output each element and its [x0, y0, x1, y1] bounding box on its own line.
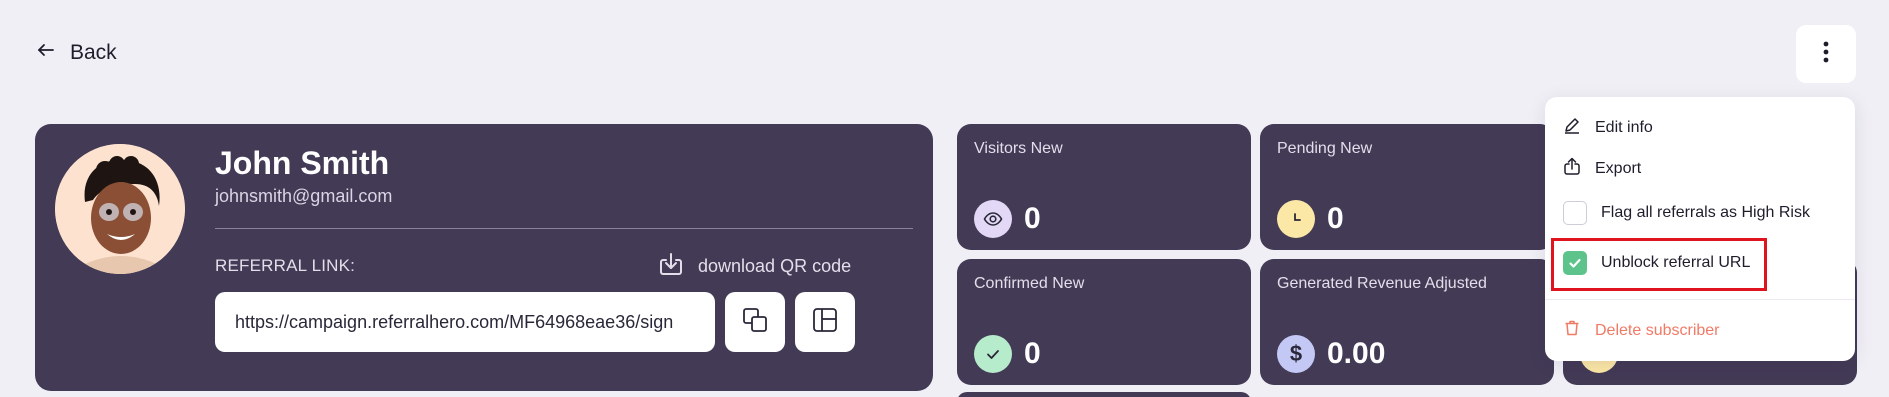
options-menu: Edit info Export Flag all referrals as H… [1545, 97, 1855, 361]
dollar-icon: $ [1277, 335, 1315, 373]
stat-card-peek [957, 392, 1251, 397]
avatar [55, 144, 185, 274]
stat-value: 0 [1327, 202, 1344, 235]
delete-subscriber-item[interactable]: Delete subscriber [1563, 319, 1720, 342]
flag-high-risk-label: Flag all referrals as High Risk [1601, 204, 1810, 221]
pencil-icon [1563, 116, 1581, 139]
export-item[interactable]: Export [1563, 157, 1641, 180]
clock-icon [1277, 200, 1315, 238]
flag-high-risk-checkbox[interactable] [1563, 201, 1587, 225]
menu-divider [1545, 299, 1855, 300]
copy-link-button[interactable] [725, 292, 785, 352]
profile-card: John Smith johnsmith@gmail.com REFERRAL … [35, 124, 933, 391]
stat-label: Confirmed New [974, 275, 1085, 292]
stat-label: Visitors New [974, 140, 1063, 157]
layout-icon [810, 305, 840, 340]
layout-button[interactable] [795, 292, 855, 352]
divider [215, 228, 913, 229]
delete-subscriber-label: Delete subscriber [1595, 321, 1720, 339]
referral-url-field[interactable]: https://campaign.referralhero.com/MF6496… [215, 292, 715, 352]
referral-link-label: REFERRAL LINK: [215, 256, 356, 275]
stat-label: Pending New [1277, 140, 1373, 157]
edit-info-label: Edit info [1595, 118, 1653, 136]
download-qr-button[interactable]: download QR code [657, 250, 851, 283]
flag-high-risk-item[interactable]: Flag all referrals as High Risk [1563, 201, 1810, 225]
stat-value: 0 [1024, 337, 1041, 370]
trash-icon [1563, 319, 1581, 342]
edit-info-item[interactable]: Edit info [1563, 116, 1653, 139]
check-icon [974, 335, 1012, 373]
back-label: Back [70, 41, 117, 64]
subscriber-email: johnsmith@gmail.com [215, 186, 393, 206]
stat-card-pending: Pending New 0 [1260, 124, 1554, 250]
kebab-icon [1823, 41, 1829, 68]
stat-card-confirmed: Confirmed New 0 [957, 259, 1251, 385]
highlight-box [1551, 238, 1767, 291]
stat-value: 0 [1024, 202, 1041, 235]
eye-icon [974, 200, 1012, 238]
download-icon [657, 250, 685, 283]
export-label: Export [1595, 159, 1642, 177]
stat-value: 0.00 [1327, 337, 1386, 370]
stat-label: Generated Revenue Adjusted [1277, 275, 1487, 292]
subscriber-name: John Smith [215, 145, 390, 181]
stat-card-visitors: Visitors New 0 [957, 124, 1251, 250]
arrow-left-icon [36, 40, 56, 66]
more-options-button[interactable] [1796, 25, 1856, 83]
download-qr-label: download QR code [698, 256, 852, 276]
copy-icon [740, 305, 770, 340]
export-icon [1563, 157, 1581, 180]
back-button[interactable]: Back [36, 40, 117, 66]
stat-card-revenue: Generated Revenue Adjusted $ 0.00 [1260, 259, 1554, 385]
